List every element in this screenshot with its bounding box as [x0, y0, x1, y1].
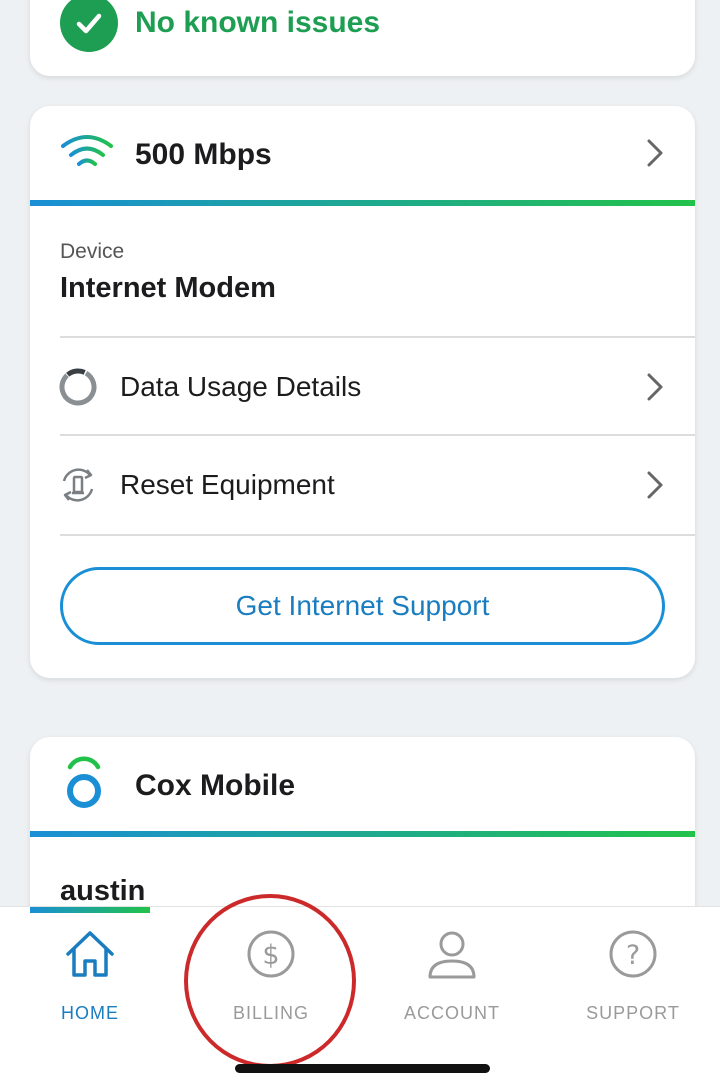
- reset-equipment-row[interactable]: Reset Equipment: [30, 436, 695, 534]
- tab-label: SUPPORT: [586, 1003, 680, 1023]
- accent-bar: [30, 831, 695, 837]
- data-usage-row[interactable]: Data Usage Details: [30, 338, 695, 436]
- device-label: Device: [60, 240, 125, 263]
- home-indicator: [235, 1064, 490, 1073]
- chevron-right-icon: [643, 372, 667, 402]
- person-icon: [428, 931, 476, 979]
- tab-home[interactable]: HOME: [0, 927, 180, 1037]
- tab-billing[interactable]: $ BILLING: [181, 927, 361, 1037]
- tab-indicator: [30, 907, 150, 913]
- status-card: No known issues: [30, 0, 695, 76]
- accent-bar: [30, 200, 695, 206]
- cox-mobile-title: Cox Mobile: [135, 769, 296, 802]
- wifi-icon: [60, 134, 114, 175]
- bottom-tab-bar: HOME $ BILLING ACCOUNT ? SUPPORT: [0, 906, 720, 1080]
- cox-mobile-icon: [64, 755, 104, 816]
- tab-support[interactable]: ? SUPPORT: [543, 927, 720, 1037]
- mobile-user-name: austin: [60, 875, 146, 907]
- status-text: No known issues: [135, 6, 381, 39]
- tab-account[interactable]: ACCOUNT: [362, 927, 542, 1037]
- internet-card: 500 Mbps Device Internet Modem Data Usag…: [30, 106, 695, 678]
- chevron-right-icon: [643, 470, 667, 500]
- svg-text:$: $: [262, 940, 279, 971]
- cox-mobile-header[interactable]: Cox Mobile: [30, 737, 695, 831]
- home-icon: [66, 931, 114, 977]
- question-circle-icon: ?: [609, 930, 657, 978]
- reset-equipment-icon: [58, 465, 98, 505]
- dollar-circle-icon: $: [247, 930, 295, 978]
- device-value: Internet Modem: [60, 272, 276, 304]
- internet-speed-row[interactable]: 500 Mbps: [30, 106, 695, 200]
- divider: [60, 534, 695, 536]
- get-internet-support-button[interactable]: Get Internet Support: [60, 567, 665, 645]
- chevron-right-icon: [643, 138, 667, 168]
- tab-label: ACCOUNT: [404, 1003, 500, 1023]
- internet-speed: 500 Mbps: [135, 138, 272, 171]
- check-circle-icon: [60, 0, 118, 52]
- data-usage-icon: [58, 367, 98, 407]
- data-usage-label: Data Usage Details: [120, 371, 362, 402]
- tab-label: BILLING: [232, 1003, 310, 1023]
- tab-label: HOME: [61, 1003, 119, 1023]
- svg-text:?: ?: [626, 940, 640, 971]
- reset-equipment-label: Reset Equipment: [120, 469, 335, 500]
